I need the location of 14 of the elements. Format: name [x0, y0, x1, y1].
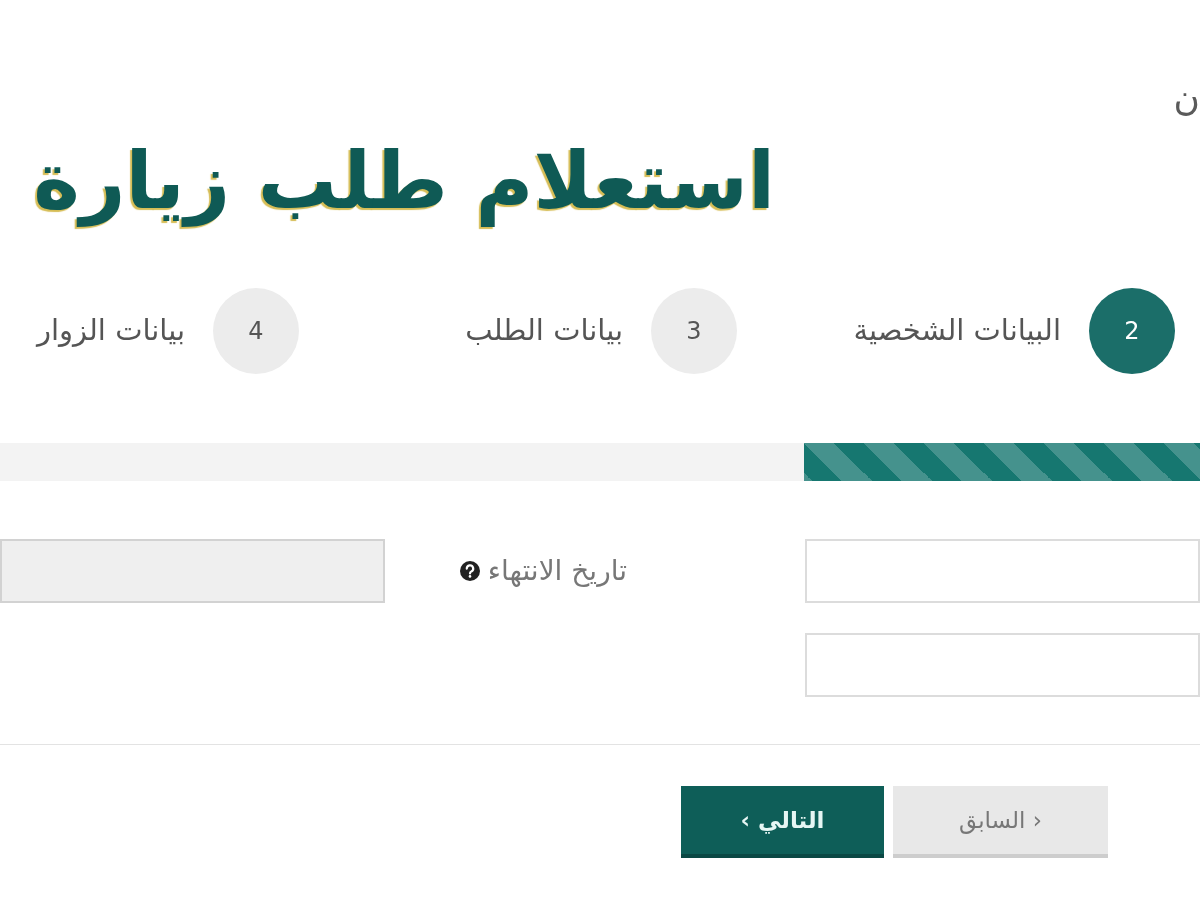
text-input[interactable]: [805, 633, 1200, 697]
step-label: بيانات الطلب: [465, 312, 623, 350]
header-text: ن: [1173, 78, 1200, 118]
step-number: 2: [1089, 288, 1175, 374]
text-input[interactable]: [805, 539, 1200, 603]
step-number: 3: [651, 288, 737, 374]
step-label: البيانات الشخصية: [853, 312, 1061, 350]
field-label: تاريخ الانتهاء: [487, 553, 627, 589]
step-label: بيانات الزوار: [36, 312, 185, 350]
next-button[interactable]: التالي ›: [681, 786, 884, 858]
previous-button[interactable]: ‹ السابق: [893, 786, 1108, 858]
page-title: استعلام طلب زيارة: [33, 134, 775, 229]
step-number: 4: [213, 288, 299, 374]
help-icon[interactable]: [459, 561, 480, 581]
